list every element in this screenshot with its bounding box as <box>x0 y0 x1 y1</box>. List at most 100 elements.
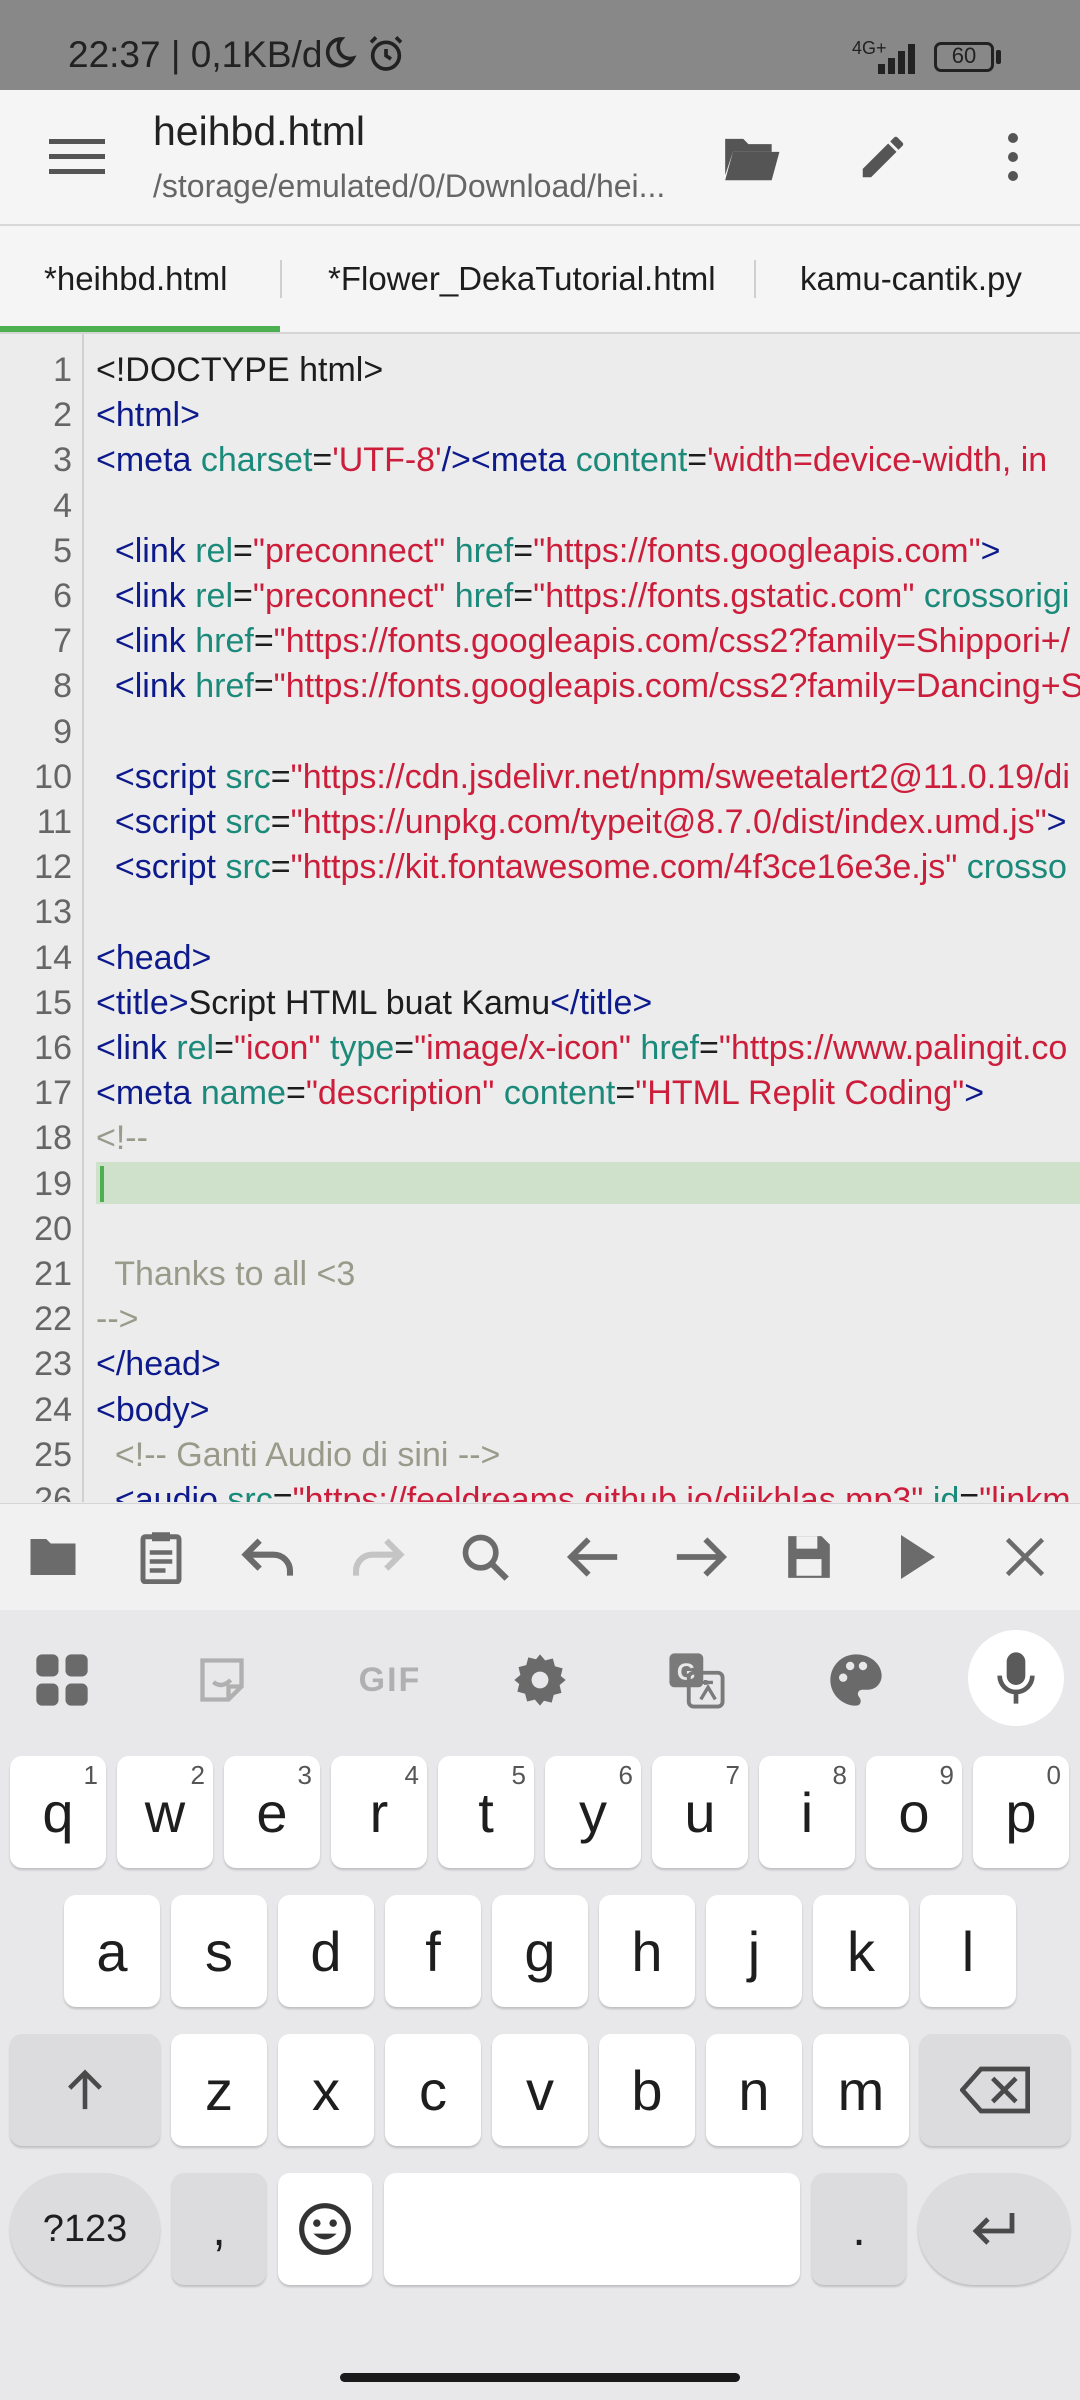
code-line[interactable]: 22 --> <box>0 1297 1080 1342</box>
line-number: 10 <box>34 757 72 796</box>
save-button[interactable] <box>774 1522 844 1592</box>
key-c[interactable]: c <box>385 2034 481 2146</box>
tab-heihbd[interactable]: *heihbd.html <box>44 226 227 332</box>
key-w[interactable]: 2w <box>117 1756 213 1868</box>
gesture-nav-bar[interactable] <box>340 2373 740 2382</box>
close-button[interactable] <box>990 1522 1060 1592</box>
battery-icon: 60 <box>934 42 994 72</box>
code-line[interactable]: 3 <meta charset='UTF-8'/><meta content='w… <box>0 438 1080 483</box>
code-line[interactable]: 25 <!-- Ganti Audio di sini --> <box>0 1433 1080 1478</box>
code-token: <head> <box>96 938 212 977</box>
open-folder-button[interactable] <box>706 112 796 202</box>
key-t[interactable]: 5t <box>438 1756 534 1868</box>
key-v[interactable]: v <box>492 2034 588 2146</box>
code-line[interactable]: 10 <script src="https://cdn.jsdelivr.net… <box>0 755 1080 800</box>
code-token: "https://fonts.googleapis.com" <box>533 531 981 570</box>
key-z[interactable]: z <box>171 2034 267 2146</box>
key-d[interactable]: d <box>278 1895 374 2007</box>
key-label: u <box>684 1780 716 1844</box>
menu-button[interactable] <box>32 112 122 202</box>
undo-icon <box>241 1538 294 1576</box>
edit-button[interactable] <box>838 112 928 202</box>
backspace-key[interactable] <box>920 2034 1070 2146</box>
key-i[interactable]: 8i <box>759 1756 855 1868</box>
key-a[interactable]: a <box>64 1895 160 2007</box>
code-line[interactable]: 1 <!DOCTYPE html> <box>0 348 1080 393</box>
code-line[interactable]: 18 <!-- <box>0 1116 1080 1161</box>
run-button[interactable] <box>882 1522 952 1592</box>
key-j[interactable]: j <box>706 1895 802 2007</box>
arrow-right-icon <box>676 1537 728 1577</box>
search-button[interactable] <box>450 1522 520 1592</box>
keyboard-settings-button[interactable] <box>500 1640 580 1720</box>
key-e[interactable]: 3e <box>224 1756 320 1868</box>
key-x[interactable]: x <box>278 2034 374 2146</box>
tab-flower-dekatutorial[interactable]: *Flower_DekaTutorial.html <box>328 226 716 332</box>
code-line[interactable]: 7 <link href="https://fonts.googleapis.c… <box>0 619 1080 664</box>
gif-button[interactable]: GIF <box>340 1640 440 1720</box>
code-line[interactable]: 16 <link rel="icon" type="image/x-icon" h… <box>0 1026 1080 1071</box>
previous-button[interactable] <box>558 1522 628 1592</box>
key-r[interactable]: 4r <box>331 1756 427 1868</box>
code-line[interactable]: 4 <box>0 484 1080 529</box>
tab-kamu-cantik[interactable]: kamu-cantik.py <box>800 226 1022 332</box>
code-token: = <box>312 441 333 480</box>
key-l[interactable]: l <box>920 1895 1016 2007</box>
voice-input-button[interactable] <box>968 1630 1064 1726</box>
key-o[interactable]: 9o <box>866 1756 962 1868</box>
next-button[interactable] <box>666 1522 736 1592</box>
code-line[interactable]: 2 <html> <box>0 393 1080 438</box>
code-editor[interactable]: 1 <!DOCTYPE html> 2 <html> 3 <meta charset='U… <box>0 334 1080 1502</box>
emoji-key[interactable] <box>278 2173 372 2285</box>
key-k[interactable]: k <box>813 1895 909 2007</box>
code-line[interactable]: 23 </head> <box>0 1342 1080 1387</box>
theme-button[interactable] <box>816 1640 896 1720</box>
more-options-button[interactable] <box>968 112 1058 202</box>
open-file-button[interactable] <box>18 1522 88 1592</box>
enter-key[interactable] <box>918 2173 1070 2285</box>
code-line[interactable]: 12 <script src="https://kit.fontawesome.… <box>0 845 1080 890</box>
code-line[interactable]: 13 <box>0 890 1080 935</box>
key-h[interactable]: h <box>599 1895 695 2007</box>
more-vert-icon <box>1008 133 1018 181</box>
code-line[interactable]: 9 <box>0 710 1080 755</box>
code-line[interactable]: 21 Thanks to all <3 <box>0 1252 1080 1297</box>
key-n[interactable]: n <box>706 2034 802 2146</box>
code-token: src <box>225 757 271 796</box>
space-key[interactable] <box>384 2173 800 2285</box>
code-text: <!-- <box>96 1116 148 1161</box>
translate-button[interactable]: G <box>656 1640 736 1720</box>
key-b[interactable]: b <box>599 2034 695 2146</box>
key-m[interactable]: m <box>813 2034 909 2146</box>
code-line[interactable]: 24 <body> <box>0 1388 1080 1433</box>
symbols-key[interactable]: ?123 <box>10 2173 160 2285</box>
code-line[interactable]: 14 <head> <box>0 936 1080 981</box>
undo-button[interactable] <box>234 1522 304 1592</box>
key-p[interactable]: 0p <box>973 1756 1069 1868</box>
code-line[interactable]: 17 <meta name="description" content="HTML… <box>0 1071 1080 1116</box>
code-line[interactable]: 20 <box>0 1207 1080 1252</box>
code-token: </head> <box>96 1345 221 1384</box>
comma-key[interactable]: , <box>172 2173 266 2285</box>
code-line[interactable]: 5 <link rel="preconnect" href="https://f… <box>0 529 1080 574</box>
key-y[interactable]: 6y <box>545 1756 641 1868</box>
code-line[interactable]: 11 <script src="https://unpkg.com/typeit… <box>0 800 1080 845</box>
code-line[interactable]: 15 <title>Script HTML buat Kamu</title> <box>0 981 1080 1026</box>
code-line[interactable]: 8 <link href="https://fonts.googleapis.c… <box>0 664 1080 709</box>
redo-button[interactable] <box>342 1522 412 1592</box>
code-line[interactable]: 26 <audio src="https://feeldreams.github… <box>0 1478 1080 1502</box>
paste-button[interactable] <box>126 1522 196 1592</box>
key-q[interactable]: 1q <box>10 1756 106 1868</box>
sticker-button[interactable] <box>182 1640 262 1720</box>
apps-button[interactable] <box>22 1640 102 1720</box>
mic-icon <box>997 1652 1035 1704</box>
key-s[interactable]: s <box>171 1895 267 2007</box>
key-g[interactable]: g <box>492 1895 588 2007</box>
period-key[interactable]: . <box>812 2173 906 2285</box>
key-u[interactable]: 7u <box>652 1756 748 1868</box>
code-line-current[interactable]: 19 <box>0 1161 1080 1207</box>
shift-key[interactable] <box>10 2034 160 2146</box>
key-f[interactable]: f <box>385 1895 481 2007</box>
line-number: 14 <box>34 938 72 977</box>
code-line[interactable]: 6 <link rel="preconnect" href="https://f… <box>0 574 1080 619</box>
